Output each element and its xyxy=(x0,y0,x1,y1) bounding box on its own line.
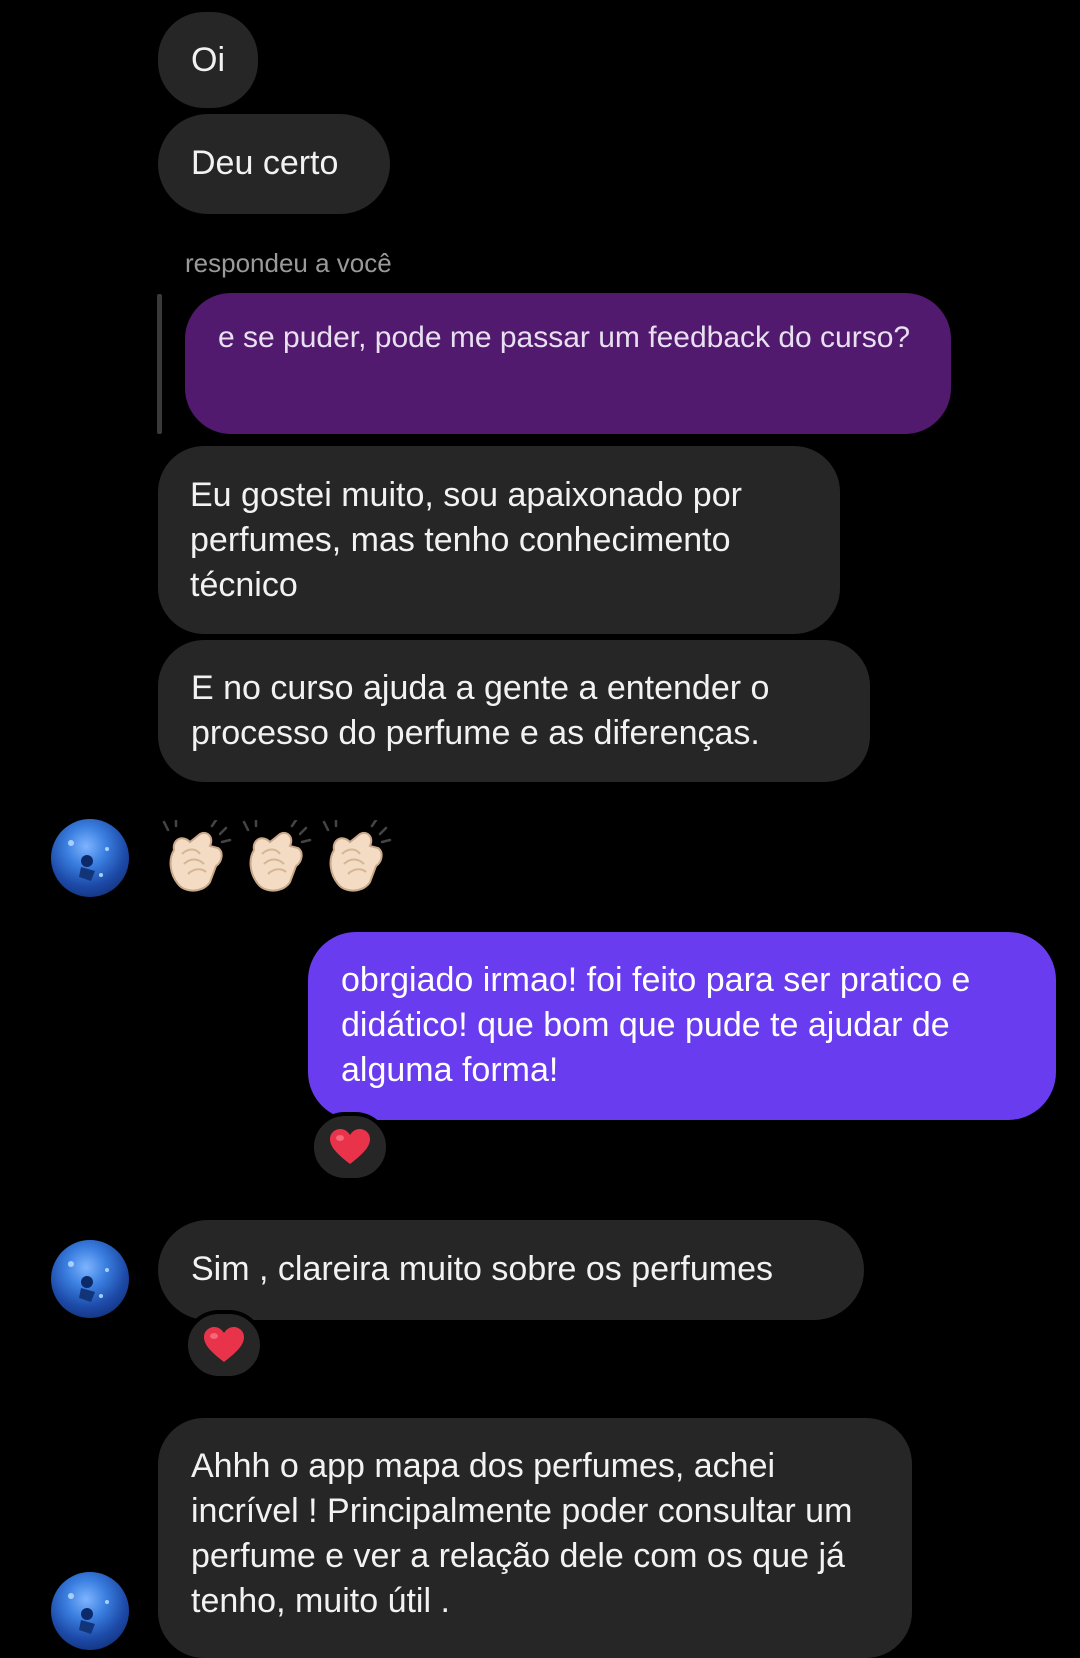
clapping-hands-icon xyxy=(320,818,394,901)
message-text: obrgiado irmao! foi feito para ser prati… xyxy=(341,961,971,1089)
clapping-hands-icon xyxy=(240,818,314,901)
heart-icon xyxy=(204,1327,244,1362)
message-text: Oi xyxy=(191,41,225,79)
reaction-badge[interactable] xyxy=(184,1310,264,1380)
clapping-hands-icon xyxy=(160,818,234,901)
message-bubble[interactable]: Deu certo xyxy=(158,114,390,214)
message-text: Deu certo xyxy=(191,144,339,182)
profile-avatar-icon[interactable] xyxy=(51,1572,129,1650)
message-bubble[interactable]: Sim , clareira muito sobre os perfumes xyxy=(158,1220,864,1320)
message-bubble[interactable]: Ahhh o app mapa dos perfumes, achei incr… xyxy=(158,1418,912,1658)
message-bubble[interactable]: Oi xyxy=(158,12,258,108)
reply-indicator-bar xyxy=(157,294,162,434)
message-bubble[interactable]: E no curso ajuda a gente a entender o pr… xyxy=(158,640,870,782)
message-text: Sim , clareira muito sobre os perfumes xyxy=(191,1250,773,1288)
profile-avatar-icon[interactable] xyxy=(51,1240,129,1318)
emoji-message[interactable] xyxy=(160,818,400,901)
heart-icon xyxy=(330,1129,370,1164)
quoted-message-text: e se puder, pode me passar um feedback d… xyxy=(218,321,911,354)
message-text: Ahhh o app mapa dos perfumes, achei incr… xyxy=(191,1447,853,1620)
profile-avatar-icon[interactable] xyxy=(51,819,129,897)
message-text: E no curso ajuda a gente a entender o pr… xyxy=(191,669,770,752)
reply-label: respondeu a você xyxy=(185,248,392,278)
outgoing-message-bubble[interactable]: obrgiado irmao! foi feito para ser prati… xyxy=(308,932,1056,1120)
message-bubble[interactable]: Eu gostei muito, sou apaixonado por perf… xyxy=(158,446,840,634)
message-text: Eu gostei muito, sou apaixonado por perf… xyxy=(190,476,742,604)
reaction-badge[interactable] xyxy=(310,1112,390,1182)
quoted-message[interactable]: e se puder, pode me passar um feedback d… xyxy=(185,293,951,434)
